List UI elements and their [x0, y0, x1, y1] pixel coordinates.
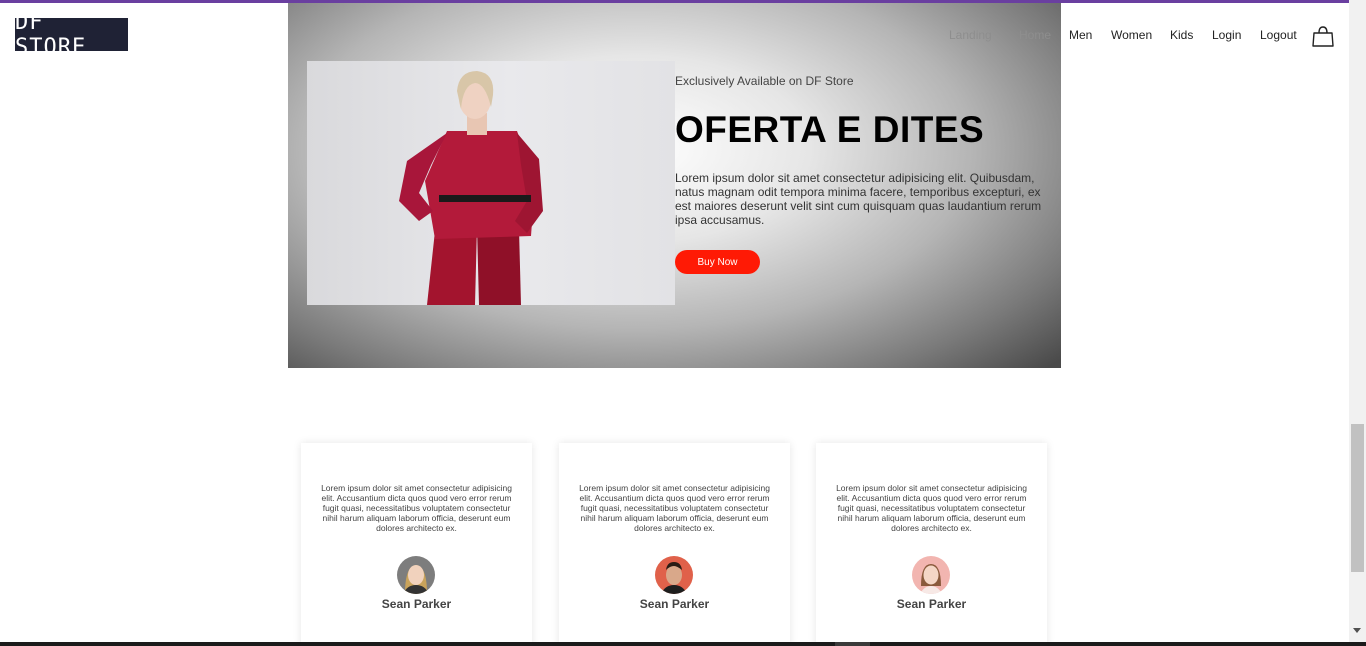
hero-subtitle: Exclusively Available on DF Store: [675, 74, 854, 88]
bottom-taskbar-edge: [0, 642, 1366, 646]
testimonial-text: Lorem ipsum dolor sit amet consectetur a…: [579, 483, 770, 533]
main-nav: Landing Home Men Women Kids Login Logout: [0, 28, 1366, 48]
testimonial-name: Sean Parker: [639, 597, 710, 611]
shopping-bag-icon[interactable]: [1312, 25, 1334, 47]
scroll-down-arrow-icon[interactable]: [1353, 628, 1361, 633]
nav-item-kids[interactable]: Kids: [1170, 28, 1193, 42]
testimonial-card: Lorem ipsum dolor sit amet consectetur a…: [559, 443, 790, 646]
buy-now-button[interactable]: Buy Now: [675, 250, 760, 274]
testimonial-card: Lorem ipsum dolor sit amet consectetur a…: [816, 443, 1047, 646]
testimonial-card: Lorem ipsum dolor sit amet consectetur a…: [301, 443, 532, 646]
testimonial-name: Sean Parker: [381, 597, 452, 611]
testimonial-name: Sean Parker: [896, 597, 967, 611]
nav-item-home[interactable]: Home: [1019, 28, 1051, 42]
avatar: [655, 556, 693, 594]
nav-item-men[interactable]: Men: [1069, 28, 1092, 42]
testimonial-text: Lorem ipsum dolor sit amet consectetur a…: [321, 483, 512, 533]
avatar: [912, 556, 950, 594]
nav-item-logout[interactable]: Logout: [1260, 28, 1297, 42]
hero-description: Lorem ipsum dolor sit amet consectetur a…: [675, 171, 1042, 227]
page-scrollbar[interactable]: [1349, 0, 1366, 642]
nav-item-login[interactable]: Login: [1212, 28, 1241, 42]
taskbar-highlight: [835, 642, 870, 646]
hero-model-image: [307, 61, 675, 305]
nav-item-women[interactable]: Women: [1111, 28, 1152, 42]
nav-item-landing[interactable]: Landing: [949, 28, 992, 42]
hero-banner: Exclusively Available on DF Store OFERTA…: [288, 3, 1061, 368]
testimonial-text: Lorem ipsum dolor sit amet consectetur a…: [836, 483, 1027, 533]
hero-title: OFERTA E DITES: [675, 109, 985, 150]
scrollbar-thumb[interactable]: [1351, 424, 1364, 572]
avatar: [397, 556, 435, 594]
